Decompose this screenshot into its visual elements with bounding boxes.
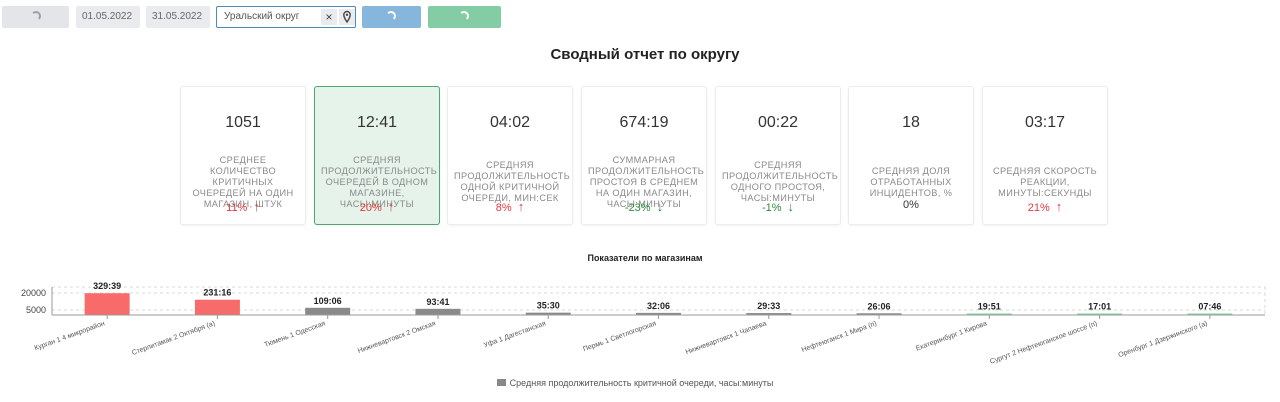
- kpi-value: 00:22: [757, 114, 799, 131]
- bar-data-label: 07:46: [1198, 302, 1221, 312]
- bar: [84, 293, 130, 315]
- kpi-card[interactable]: 03:17 Средняя скорость реакции, минуты:се…: [982, 86, 1108, 225]
- kpi-delta: -23% ↓: [582, 199, 706, 214]
- bar-data-label: 93:41: [426, 297, 449, 307]
- x-tick-label: Нефтеюганск 1 Мира (п): [801, 320, 878, 354]
- bar-data-label: 29:33: [757, 301, 780, 311]
- page-title: Сводный отчет по округу: [550, 46, 740, 63]
- arrow-up-icon: ↑: [253, 199, 260, 214]
- delta-value: -23%: [624, 202, 651, 214]
- bar-data-label: 19:51: [978, 302, 1001, 312]
- kpi-delta: -1% ↓: [716, 199, 840, 214]
- kpi-card[interactable]: 674:19 Суммарная продолжительность просто…: [581, 86, 707, 225]
- x-tick-label: Пермь 1 Светлогорская: [582, 320, 657, 353]
- arrow-up-icon: ↑: [387, 199, 395, 214]
- x-tick-label: Тюмень 1 Одесская: [264, 320, 327, 349]
- kpi-card[interactable]: 12:41 Средняя продолжительность очередей …: [314, 86, 440, 225]
- stores-bar-chart: 20000 5000 329:39 Курган 1 4 микрорайон 231:…: [21, 281, 1266, 366]
- kpi-card[interactable]: 04:02 Средняя продолжительность одной кри…: [447, 86, 573, 225]
- region-select[interactable]: Уральский округ ×: [216, 6, 356, 28]
- bar-data-label: 32:06: [647, 301, 670, 311]
- delta-value: 21%: [1027, 202, 1050, 214]
- arrow-down-icon: ↓: [656, 199, 664, 214]
- bar-data-label: 109:06: [314, 296, 342, 306]
- legend-swatch: [496, 379, 506, 386]
- delta-value: -1%: [761, 202, 782, 214]
- kpi-value: 1051: [225, 114, 261, 131]
- legend-label: Средняя продолжительность критичной очер…: [509, 378, 774, 388]
- kpi-value: 12:41: [356, 114, 398, 131]
- kpi-delta: 0%: [849, 199, 973, 211]
- bar-data-label: 26:06: [868, 301, 891, 311]
- arrow-down-icon: ↓: [787, 199, 795, 214]
- y-tick-label: 20000: [21, 288, 46, 298]
- x-tick-label: Нижневартовск 1 Чапаева: [685, 320, 768, 356]
- delta-value: 20%: [359, 202, 382, 214]
- bar-data-label: 231:16: [203, 288, 231, 298]
- bar: [415, 308, 461, 315]
- date-from-field[interactable]: 01.05.2022: [76, 6, 140, 28]
- x-tick-label: Екатеринбург 1 Кирова: [915, 319, 988, 352]
- loading-button[interactable]: [2, 6, 69, 28]
- region-value: Уральский округ: [224, 11, 300, 22]
- kpi-delta: 21% ↑: [983, 199, 1107, 214]
- apply-button[interactable]: [362, 6, 421, 28]
- x-tick-label: Нижневартовск 2 Омская: [357, 320, 437, 355]
- date-to-field[interactable]: 31.05.2022: [146, 6, 210, 28]
- kpi-delta: 20% ↑: [315, 199, 439, 214]
- location-pin-icon[interactable]: [339, 9, 355, 25]
- export-button[interactable]: [428, 6, 501, 28]
- delta-value: 11%: [226, 202, 248, 214]
- kpi-delta: 11% ↑: [181, 199, 305, 214]
- kpi-value: 03:17: [1024, 114, 1066, 131]
- kpi-value: 674:19: [619, 114, 669, 131]
- clear-icon[interactable]: ×: [321, 9, 337, 25]
- arrow-up-icon: ↑: [517, 199, 525, 214]
- x-tick-label: Курган 1 4 микрорайон: [33, 319, 106, 352]
- bar-data-label: 35:30: [537, 301, 560, 311]
- x-tick-label: Уфа 1 Дагестанская: [483, 320, 547, 349]
- bar-data-label: 329:39: [93, 281, 121, 291]
- spinner-icon: [386, 11, 396, 21]
- delta-value: 0%: [903, 199, 919, 211]
- kpi-card[interactable]: 18 Средняя доля отработанных инцидентов, …: [848, 86, 974, 225]
- bar: [305, 307, 351, 315]
- bar: [194, 299, 240, 315]
- x-tick-label: Оренбург 1 Дзержинского (а): [1117, 319, 1208, 359]
- y-tick-label: 5000: [26, 305, 46, 315]
- kpi-delta: 8% ↑: [448, 199, 572, 214]
- kpi-value: 04:02: [489, 114, 531, 131]
- arrow-up-icon: ↑: [1055, 199, 1063, 214]
- chart-legend[interactable]: Средняя продолжительность критичной очер…: [0, 378, 1270, 388]
- chart-title: Показатели по магазинам: [587, 253, 703, 263]
- x-tick-label: Сургут 2 Нефтеюганское шоссе (п): [989, 320, 1098, 365]
- x-tick-label: Стерлитамак 2 Октября (а): [131, 319, 216, 357]
- bar-data-label: 17:01: [1088, 302, 1111, 312]
- delta-value: 8%: [495, 202, 512, 214]
- kpi-card[interactable]: 00:22 Средняя продолжительность одного пр…: [715, 86, 841, 225]
- spinner-icon: [459, 11, 469, 21]
- kpi-value: 18: [902, 114, 920, 131]
- filter-toolbar: 01.05.2022 31.05.2022 Уральский округ ×: [2, 6, 522, 28]
- spinner-icon: [31, 11, 41, 21]
- kpi-card[interactable]: 1051 Среднее количество критичных очереде…: [180, 86, 306, 225]
